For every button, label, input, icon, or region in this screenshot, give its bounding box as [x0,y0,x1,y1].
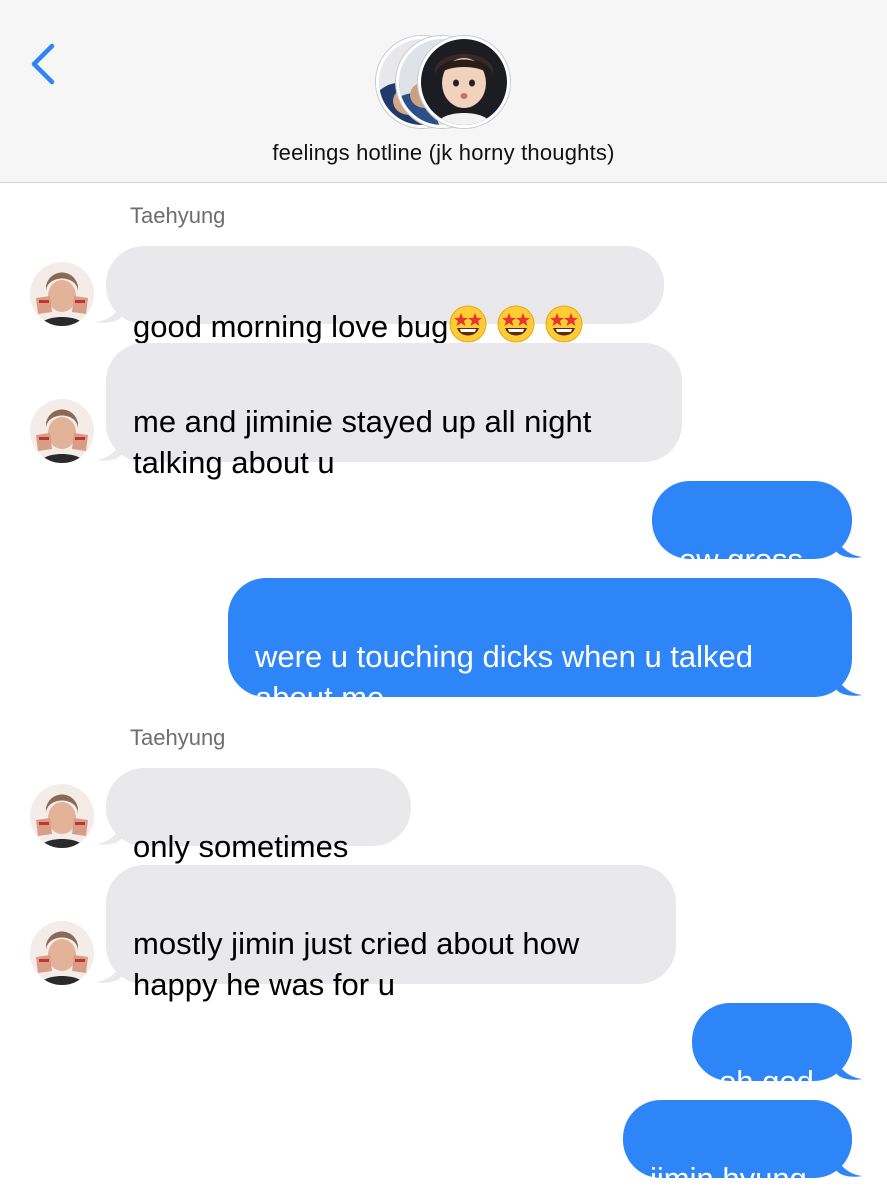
message-text: ew gross [679,542,804,577]
incoming-message[interactable]: mostly jimin just cried about how happy … [106,865,676,1002]
bubble-tail [96,824,122,845]
message-text: me and jiminie stayed up all night talki… [133,404,592,480]
bubble-tail [96,962,122,983]
conversation-header: feelings hotline (jk horny thoughts) [0,0,887,183]
back-button[interactable] [26,40,66,88]
group-avatars[interactable] [376,36,516,128]
incoming-message[interactable]: me and jiminie stayed up all night talki… [106,343,682,480]
outgoing-message[interactable]: jimin hyung [623,1100,852,1196]
sender-avatar[interactable] [30,399,94,463]
incoming-message[interactable]: good morning love bug [106,246,664,344]
bubble-tail [836,1059,862,1080]
message-text: were u touching dicks when u talked abou… [255,639,754,715]
avatar-photo [30,399,94,463]
star-struck-emoji-icon [545,305,583,343]
sender-name: Taehyung [130,203,226,228]
star-struck-emoji-icon [497,305,535,343]
message-text: good morning love bug [133,309,449,344]
message-text: mostly jimin just cried about how happy … [133,926,580,1002]
sender-avatar[interactable] [30,262,94,326]
incoming-message[interactable]: only sometimes [106,768,411,864]
bubble-tail [836,537,862,558]
avatar-photo [30,784,94,848]
message-list[interactable]: Taehyung good morning love bug me and ji… [0,183,887,1200]
bubble-tail [836,675,862,696]
message-text: only sometimes [133,829,349,864]
message-text: oh god [719,1064,814,1099]
star-struck-emoji-icon [449,305,487,343]
sender-avatar[interactable] [30,784,94,848]
bubble-tail [96,302,122,323]
emoji-group [448,305,584,344]
bubble-tail [96,440,122,461]
outgoing-message[interactable]: ew gross [652,481,852,577]
avatar-photo [30,262,94,326]
bubble-tail [836,1156,862,1177]
conversation-title[interactable]: feelings hotline (jk horny thoughts) [0,140,887,166]
member-avatar [418,36,510,128]
sender-avatar[interactable] [30,921,94,985]
chevron-left-icon [31,43,55,85]
message-text: jimin hyung [650,1161,807,1196]
outgoing-message[interactable]: oh god [692,1003,852,1099]
avatar-photo [30,921,94,985]
sender-name: Taehyung [130,725,226,750]
outgoing-message[interactable]: were u touching dicks when u talked abou… [228,578,852,715]
